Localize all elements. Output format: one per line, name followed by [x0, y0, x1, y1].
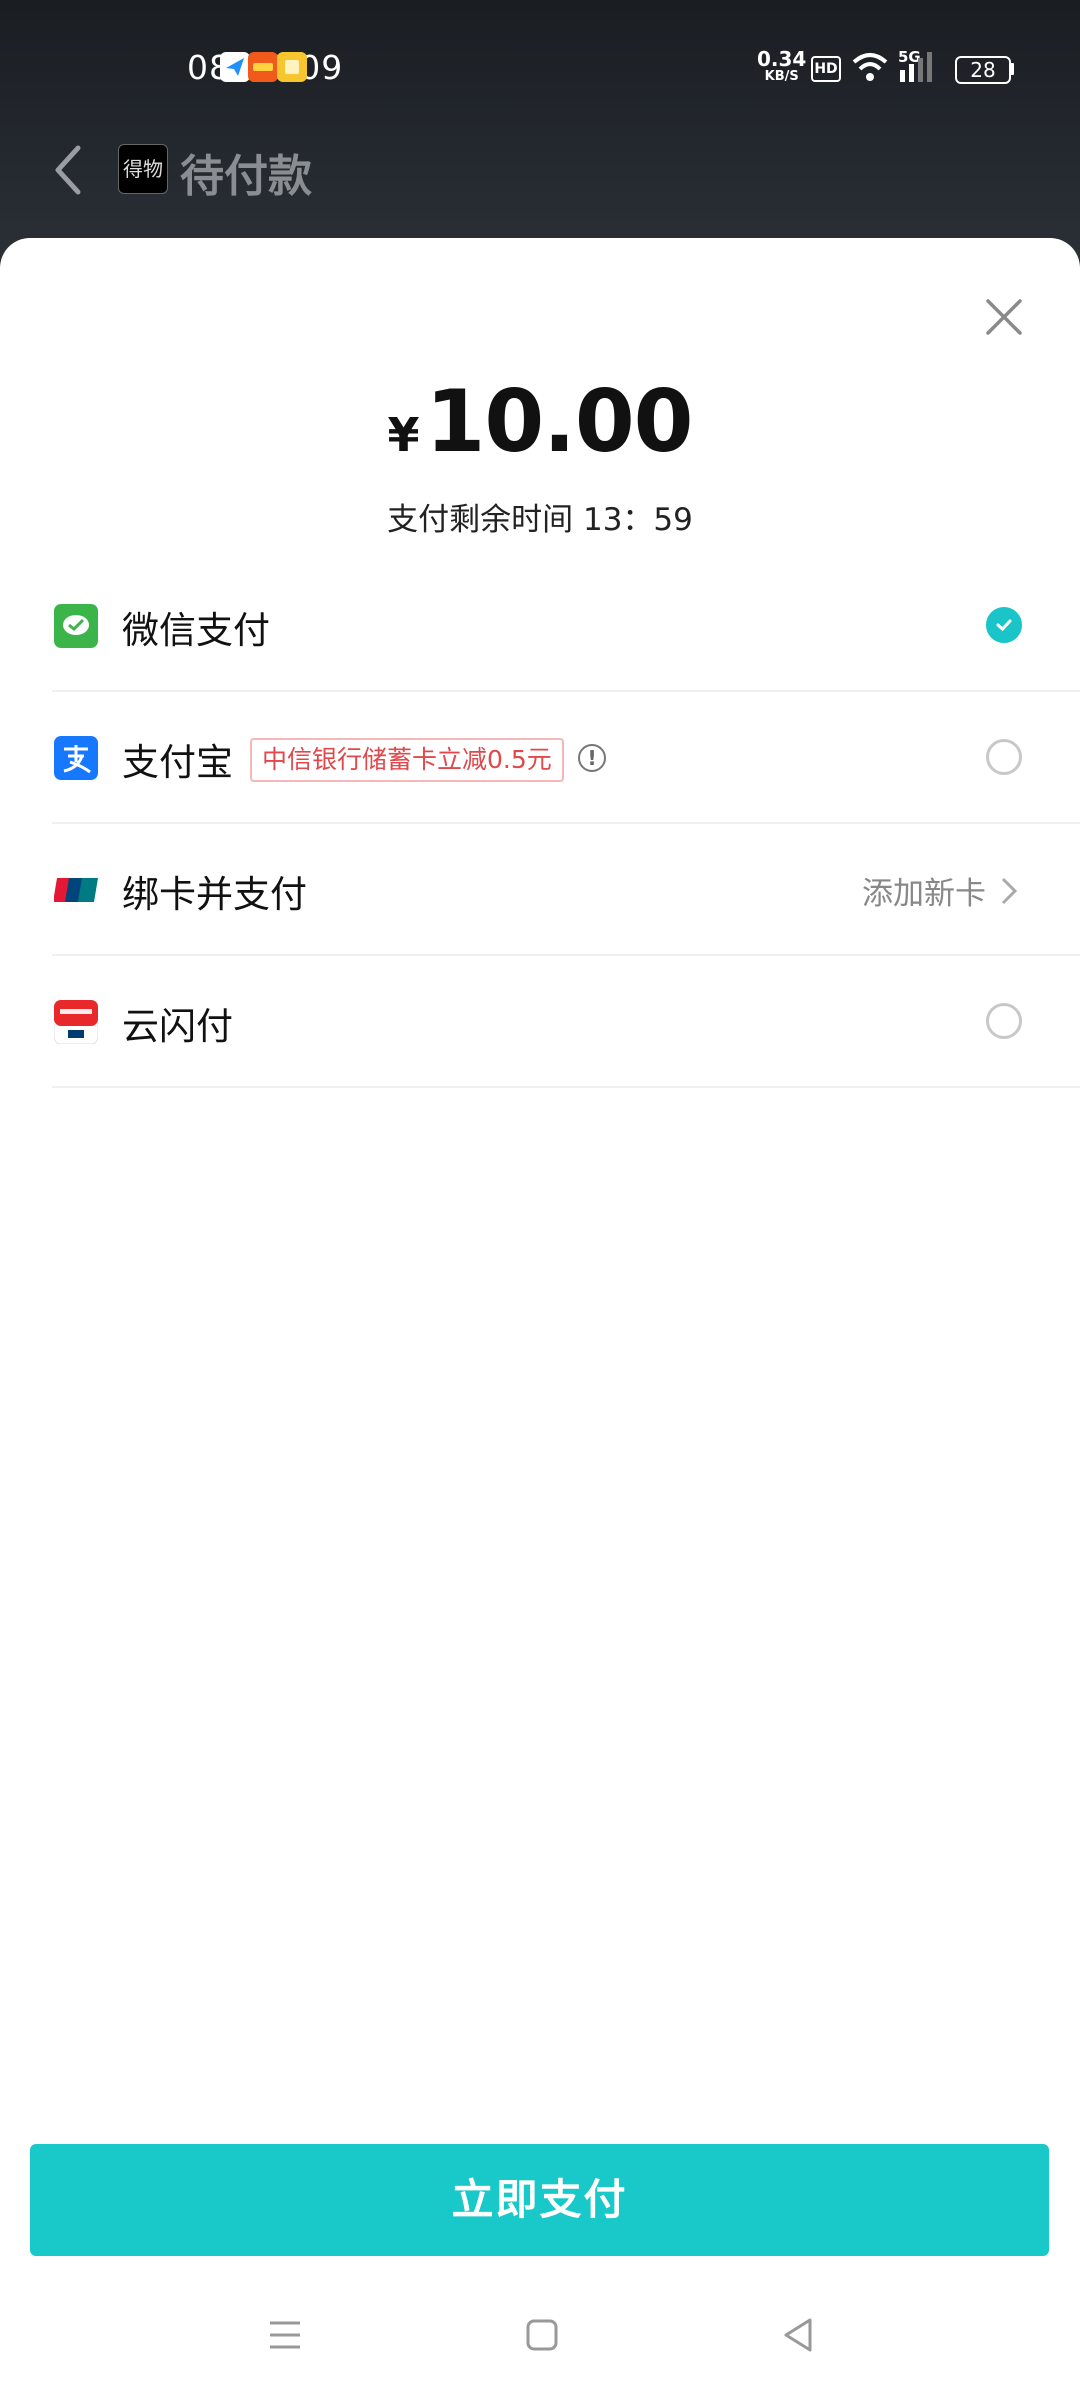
currency-symbol: ¥ — [387, 408, 420, 462]
back-icon[interactable] — [774, 2310, 824, 2360]
battery-cap — [1010, 63, 1014, 75]
unionpay-icon — [54, 878, 98, 902]
dewu-logo: 得物 — [118, 144, 168, 194]
amount-value: 10.00 — [425, 372, 693, 472]
payment-method-bind-card[interactable]: 绑卡并支付 添加新卡 — [52, 824, 1080, 956]
method-label: 绑卡并支付 — [122, 873, 307, 916]
cloud-quickpass-icon — [54, 1000, 98, 1044]
method-label: 云闪付 — [122, 1005, 233, 1048]
promo-badge: 中信银行储蓄卡立减0.5元 — [250, 738, 564, 782]
cellular-signal-icon: 5G — [898, 48, 944, 84]
add-new-card-link[interactable]: 添加新卡 — [862, 868, 986, 913]
close-icon[interactable] — [982, 295, 1026, 339]
back-arrow-icon[interactable] — [48, 140, 88, 200]
status-bar: 08:49:09 0.34 KB/S HD 5G 28 — [0, 0, 1080, 136]
payment-method-wechat[interactable]: 微信支付 — [52, 560, 1080, 692]
battery-indicator: 28 — [955, 56, 1011, 84]
paper-plane-app-icon — [220, 52, 250, 82]
wifi-icon — [852, 53, 888, 81]
radio-button[interactable] — [986, 1003, 1022, 1039]
selected-check-icon[interactable] — [986, 607, 1022, 643]
network-speed: 0.34 KB/S — [757, 47, 807, 84]
shopping-app-icon — [248, 52, 278, 82]
divider — [52, 1086, 1080, 1088]
pay-now-button[interactable]: 立即支付 — [30, 2144, 1049, 2256]
radio-button[interactable] — [986, 739, 1022, 775]
method-label: 微信支付 — [122, 609, 270, 652]
menu-icon[interactable] — [260, 2310, 310, 2360]
home-icon[interactable] — [517, 2310, 567, 2360]
payment-amount: ¥10.00 — [0, 372, 1080, 472]
hd-icon: HD — [811, 56, 841, 82]
chevron-right-icon — [1001, 877, 1018, 905]
wechat-pay-icon — [54, 604, 98, 648]
method-label: 支付宝 — [122, 741, 233, 784]
alipay-icon — [54, 736, 98, 780]
page-title: 待付款 — [180, 151, 312, 202]
book-app-icon — [277, 52, 307, 82]
payment-countdown: 支付剩余时间 13：59 — [387, 502, 693, 538]
info-icon[interactable]: ! — [578, 744, 606, 772]
payment-method-cloud-quickpass[interactable]: 云闪付 — [52, 956, 1080, 1088]
payment-method-alipay[interactable]: 支付宝 中信银行储蓄卡立减0.5元 ! — [52, 692, 1080, 824]
